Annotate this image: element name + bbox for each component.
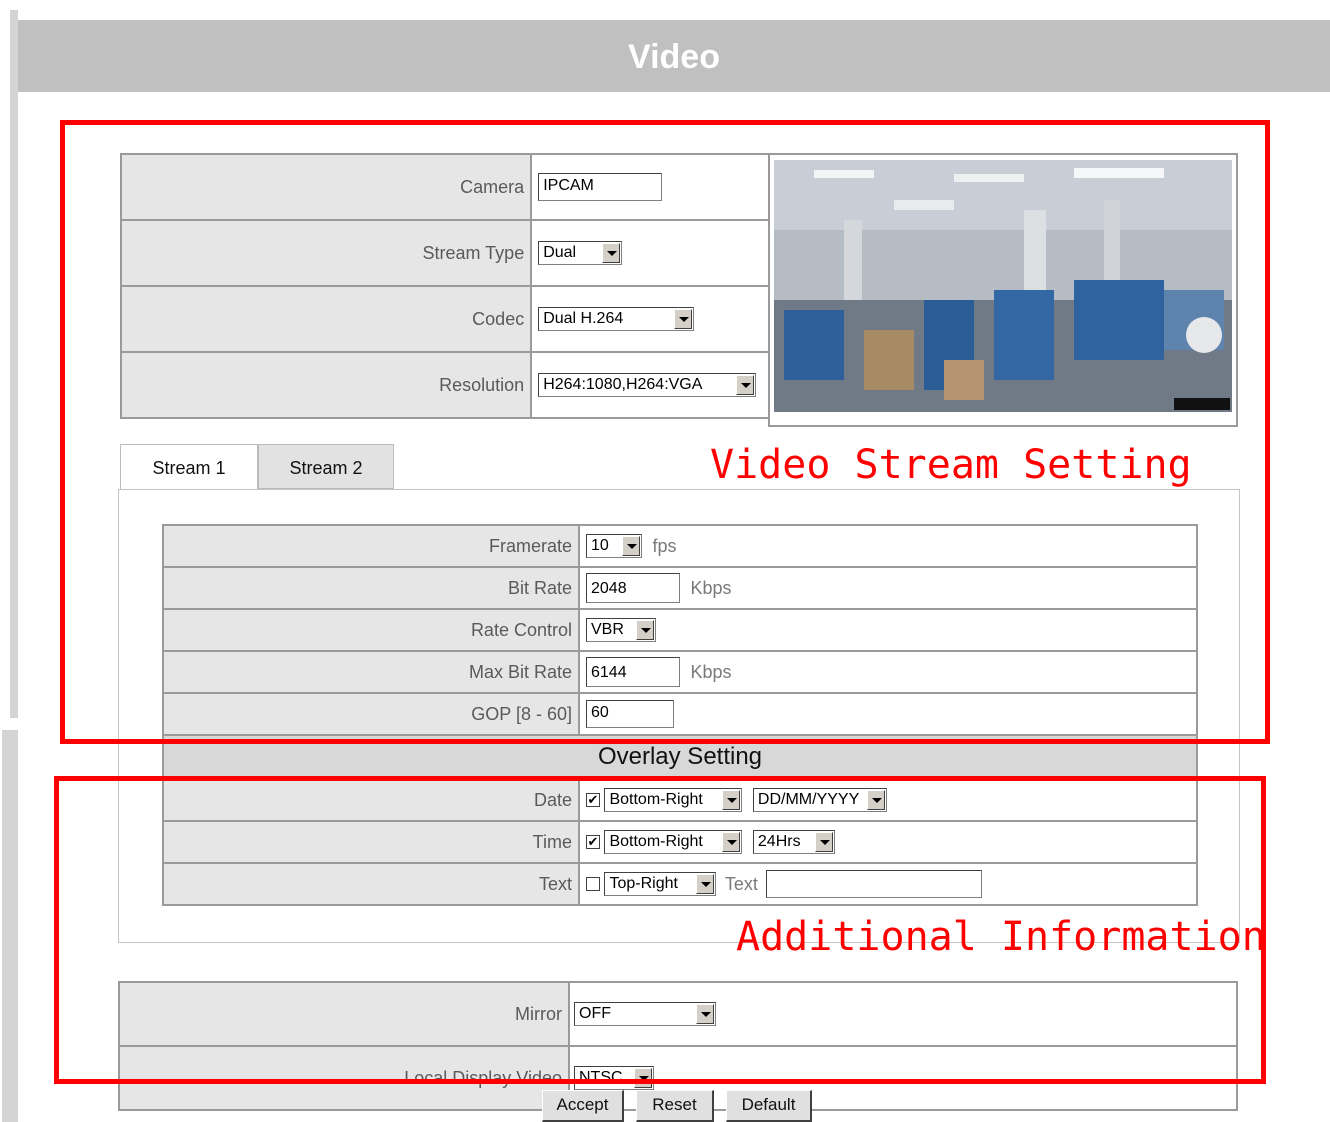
- additional-info-annotation-label: Additional Information: [736, 914, 1266, 960]
- left-border: [0, 0, 18, 1122]
- stream-setting-annotation-label: Video Stream Setting: [710, 442, 1192, 488]
- page-header: Video: [18, 20, 1330, 92]
- left-border-strip-lower: [2, 730, 18, 1122]
- left-border-strip: [10, 10, 18, 718]
- accept-button[interactable]: Accept: [542, 1090, 624, 1122]
- default-button[interactable]: Default: [726, 1090, 812, 1122]
- stream-setting-annotation-box: [60, 120, 1270, 744]
- page-title: Video: [628, 38, 720, 76]
- reset-button[interactable]: Reset: [636, 1090, 714, 1122]
